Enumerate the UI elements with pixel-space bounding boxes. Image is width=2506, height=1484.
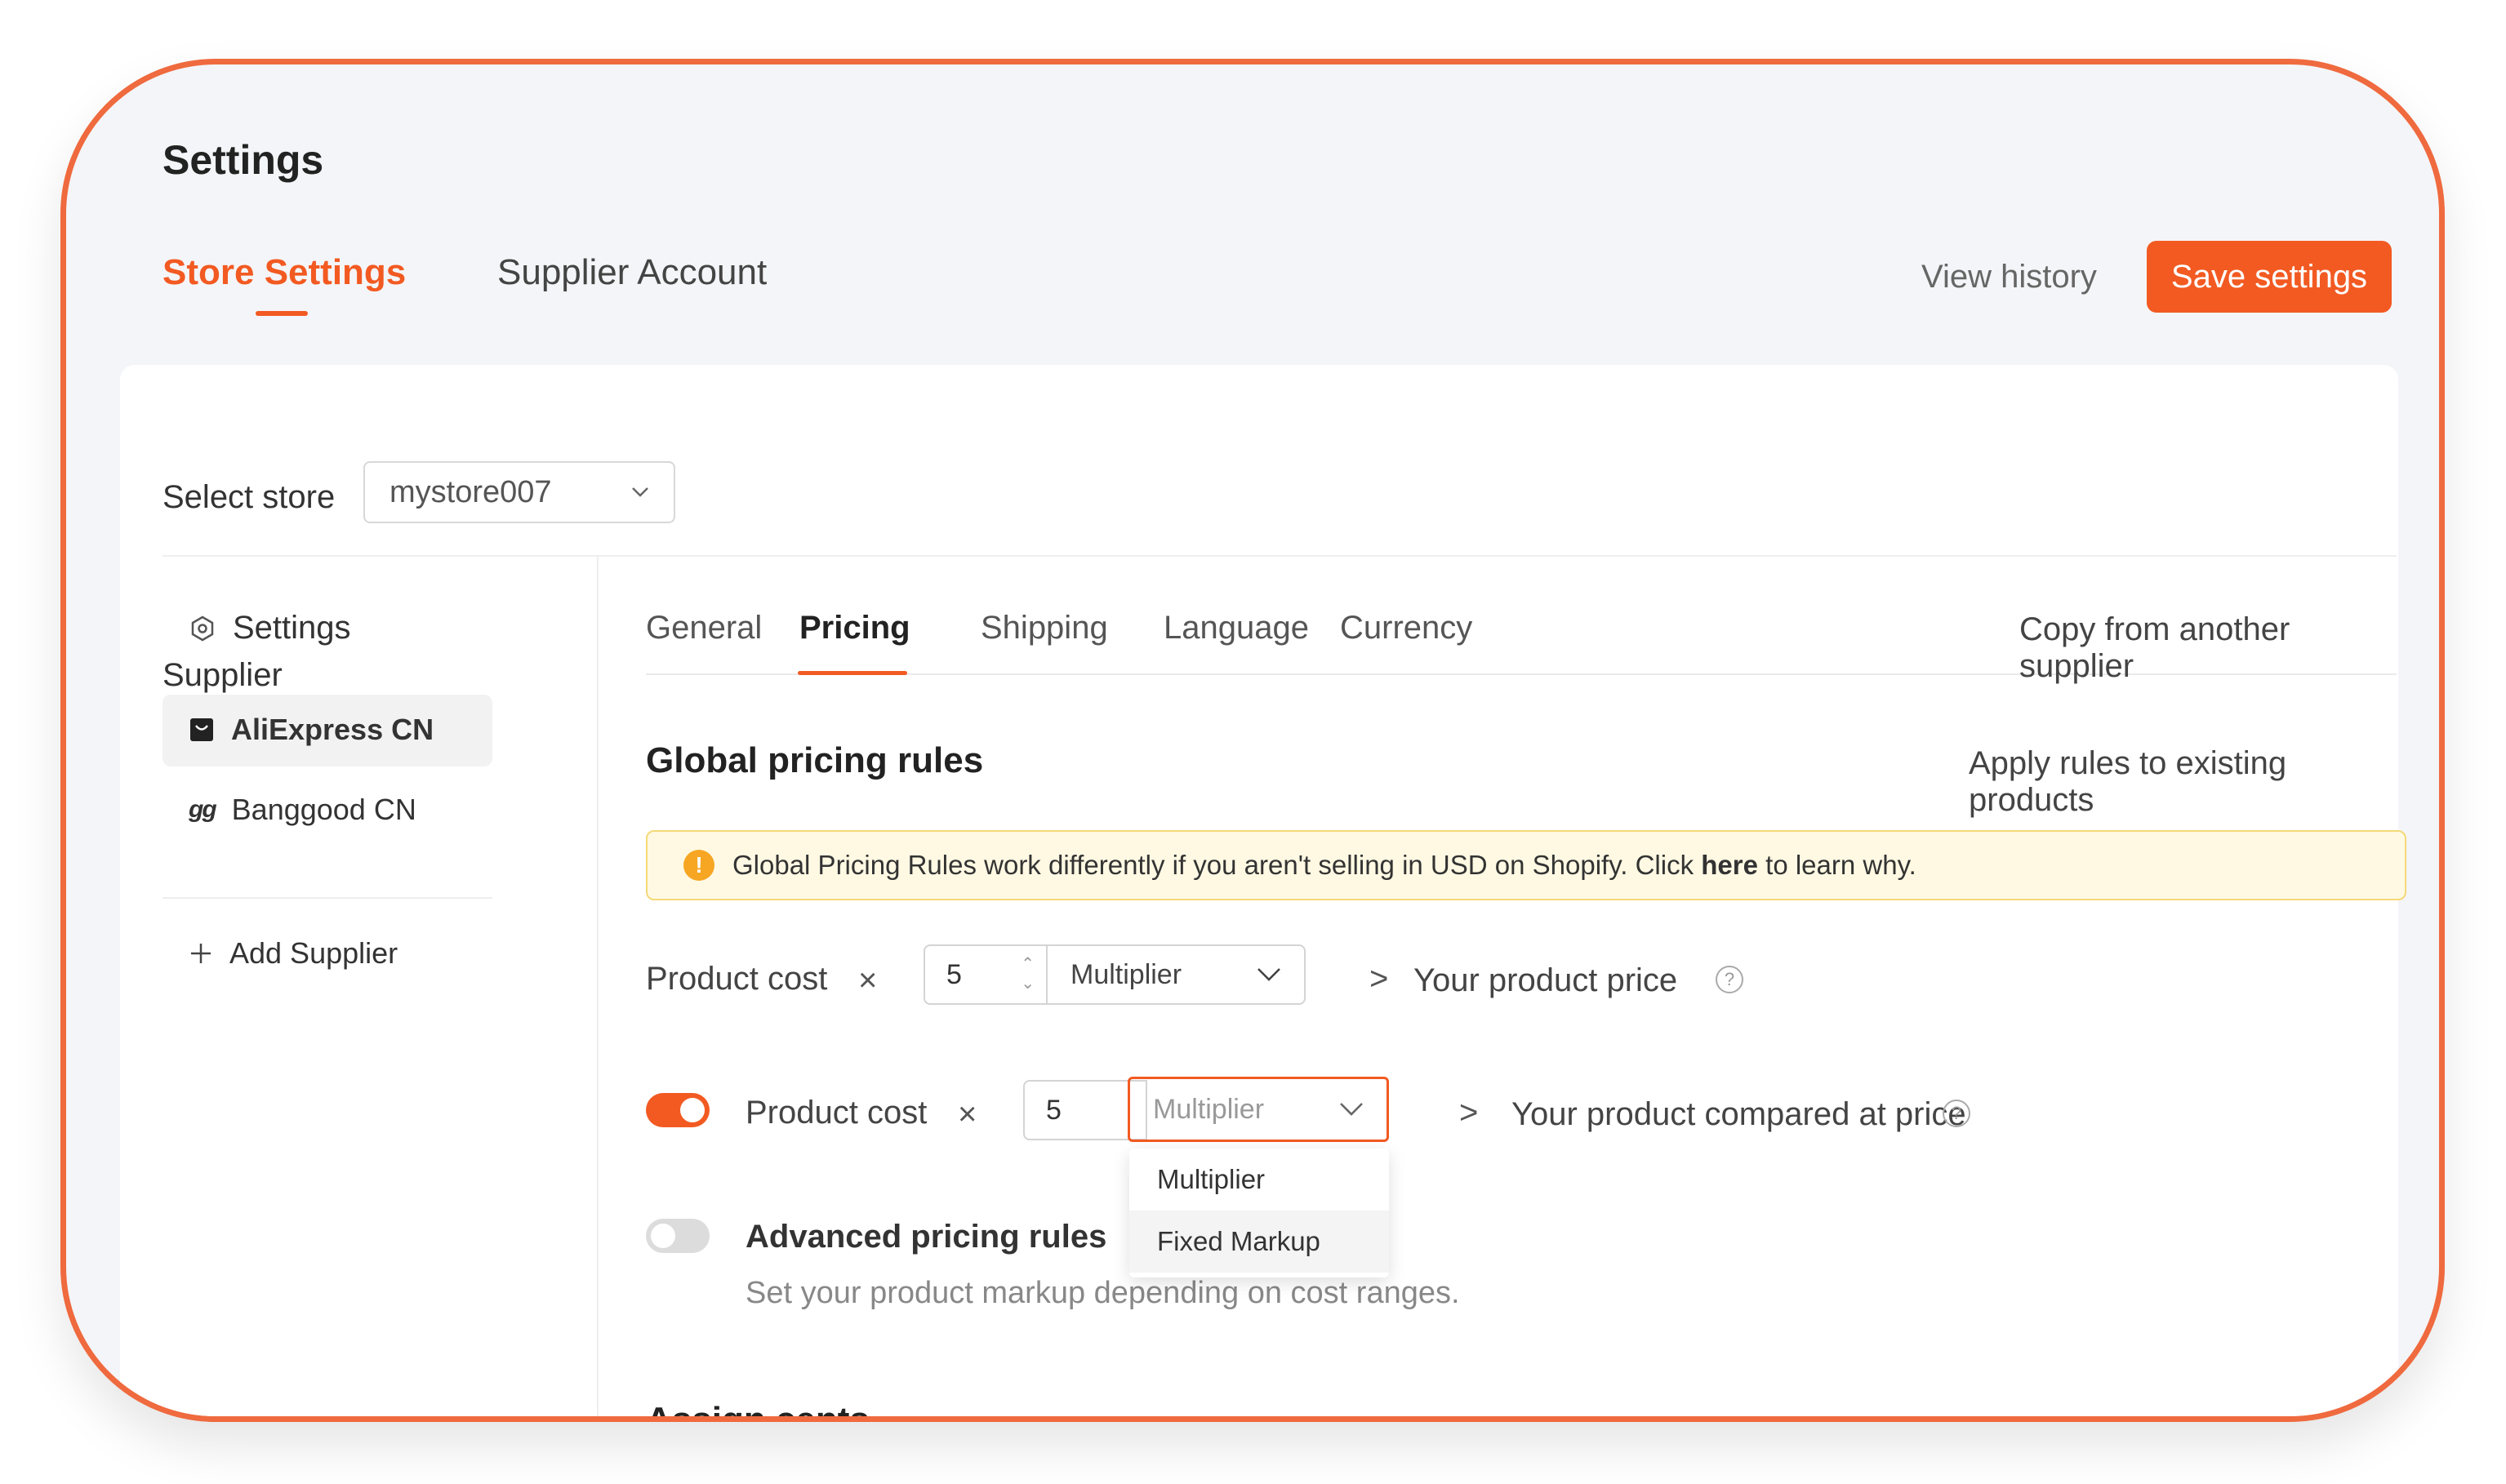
- compare-mode-value: Multiplier: [1153, 1093, 1265, 1125]
- price-mode-value: Multiplier: [1071, 958, 1182, 990]
- sidebar-item-aliexpress[interactable]: AliExpress CN: [189, 713, 434, 747]
- tab-shipping[interactable]: Shipping: [981, 610, 1108, 646]
- compare-price-toggle[interactable]: [646, 1093, 710, 1127]
- active-subtab-indicator: [798, 671, 907, 675]
- device-frame: Settings Store Settings Supplier Account…: [60, 59, 2445, 1422]
- product-cost-label: Product cost: [646, 961, 828, 997]
- price-mode-select[interactable]: Multiplier: [1048, 944, 1306, 1005]
- product-cost-label: Product cost: [746, 1095, 928, 1131]
- section-title-global-pricing: Global pricing rules: [646, 740, 984, 780]
- notice-text: Global Pricing Rules work differently if…: [732, 850, 1916, 881]
- notice-text-before: Global Pricing Rules work differently if…: [732, 850, 1694, 880]
- shopping-bag-icon: [189, 717, 215, 743]
- add-supplier-button[interactable]: Add Supplier: [189, 936, 398, 971]
- tab-supplier-account[interactable]: Supplier Account: [497, 252, 767, 293]
- compare-mode-select[interactable]: Multiplier: [1128, 1077, 1389, 1142]
- advanced-rules-title: Advanced pricing rules: [746, 1219, 1107, 1255]
- tab-general[interactable]: General: [646, 610, 762, 646]
- chevron-down-icon: [1339, 1102, 1364, 1117]
- product-price-label: Your product price: [1413, 962, 1678, 998]
- tab-pricing[interactable]: Pricing: [799, 610, 910, 646]
- page-title: Settings: [162, 137, 324, 183]
- arrow-right-icon: >: [1369, 961, 1389, 997]
- sidebar-divider-line: [162, 897, 492, 899]
- save-settings-button[interactable]: Save settings: [2147, 241, 2392, 313]
- advanced-rules-toggle[interactable]: [646, 1219, 710, 1253]
- warning-icon: !: [683, 850, 714, 881]
- sidebar-item-settings[interactable]: Settings: [189, 610, 351, 646]
- banggood-logo-icon: gg: [189, 796, 217, 823]
- sidebar-divider: [597, 557, 599, 1416]
- copy-from-supplier-link[interactable]: Copy from another supplier: [2019, 611, 2398, 685]
- tab-currency[interactable]: Currency: [1340, 610, 1472, 646]
- divider: [162, 555, 2397, 557]
- sidebar-item-label: Banggood CN: [231, 793, 416, 826]
- supplier-heading-text: Supplier: [162, 656, 283, 693]
- add-supplier-label: Add Supplier: [229, 936, 398, 970]
- store-select-value: mystore007: [389, 474, 552, 509]
- tab-store-settings[interactable]: Store Settings: [162, 252, 406, 293]
- gear-icon: [189, 615, 216, 642]
- stepper-down-icon[interactable]: ⌄: [1021, 974, 1035, 993]
- times-icon: ×: [958, 1096, 977, 1132]
- help-icon[interactable]: ?: [1943, 1100, 1970, 1127]
- number-stepper[interactable]: ⌃ ⌄: [1021, 954, 1035, 993]
- sidebar-item-label: AliExpress CN: [231, 713, 434, 746]
- price-multiplier-input[interactable]: 5 ⌃ ⌄: [924, 944, 1048, 1005]
- apply-rules-link[interactable]: Apply rules to existing products: [1969, 745, 2398, 819]
- compare-multiplier-value: 5: [1046, 1094, 1062, 1126]
- sidebar-item-label: Settings: [233, 610, 351, 646]
- chevron-down-icon: [631, 487, 649, 498]
- view-history-link[interactable]: View history: [1921, 259, 2097, 295]
- section-title-assign-cents: Assign cents: [646, 1400, 870, 1422]
- tab-language[interactable]: Language: [1164, 610, 1309, 646]
- help-icon[interactable]: ?: [1716, 966, 1743, 993]
- plus-icon: [189, 941, 213, 966]
- mode-dropdown-menu: Multiplier Fixed Markup: [1129, 1149, 1389, 1277]
- toggle-knob: [651, 1224, 675, 1248]
- arrow-right-icon: >: [1459, 1095, 1479, 1131]
- store-select[interactable]: mystore007: [363, 461, 675, 523]
- times-icon: ×: [858, 962, 878, 998]
- notice-here-link[interactable]: here: [1701, 850, 1758, 880]
- stepper-up-icon[interactable]: ⌃: [1021, 954, 1035, 974]
- advanced-rules-description: Set your product markup depending on cos…: [746, 1276, 1460, 1310]
- settings-card: Select store mystore007 Settings Supplie…: [120, 365, 2406, 1422]
- dropdown-option-multiplier[interactable]: Multiplier: [1129, 1149, 1389, 1211]
- currency-notice: ! Global Pricing Rules work differently …: [646, 830, 2406, 900]
- price-multiplier-value: 5: [946, 958, 962, 990]
- active-tab-indicator: [256, 311, 308, 316]
- compared-price-label: Your product compared at price: [1511, 1096, 1966, 1132]
- notice-text-after: to learn why.: [1765, 850, 1916, 880]
- select-store-label: Select store: [162, 479, 336, 515]
- chevron-down-icon: [1257, 967, 1281, 982]
- sidebar-item-banggood[interactable]: gg Banggood CN: [189, 793, 416, 827]
- dropdown-option-fixed-markup[interactable]: Fixed Markup: [1129, 1211, 1389, 1273]
- toggle-knob: [680, 1098, 705, 1122]
